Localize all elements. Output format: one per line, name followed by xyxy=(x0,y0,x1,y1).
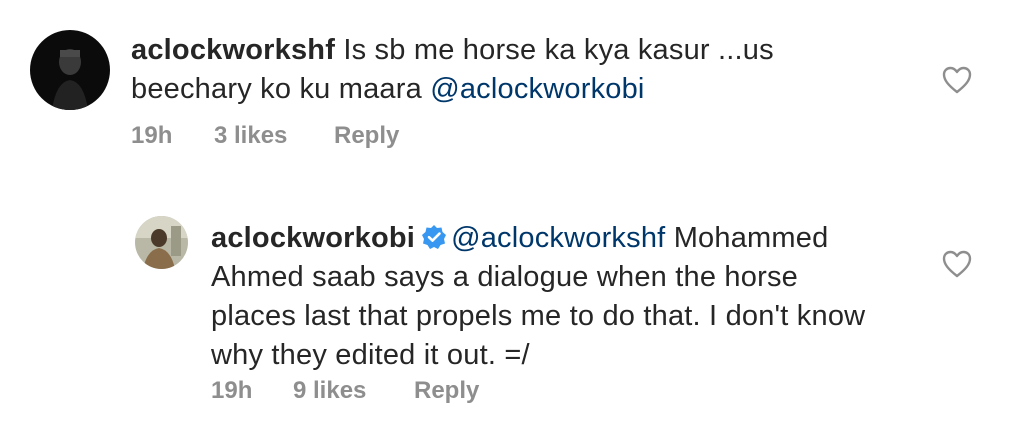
avatar[interactable] xyxy=(30,30,110,110)
comment-text: aclockworkshf Is sb me horse ka kya kasu… xyxy=(131,31,851,109)
comment-username[interactable]: aclockworkobi xyxy=(211,222,415,254)
reply-button[interactable]: Reply xyxy=(414,377,479,405)
comment-1: aclockworkshf Is sb me horse ka kya kasu… xyxy=(0,0,1024,180)
comment-text: aclockworkobi @aclockworkshf Mohammed Ah… xyxy=(211,219,891,375)
heart-outline-icon[interactable] xyxy=(942,66,972,94)
heart-outline-icon[interactable] xyxy=(942,250,972,278)
comment-2: aclockworkobi @aclockworkshf Mohammed Ah… xyxy=(0,180,1024,446)
avatar[interactable] xyxy=(135,216,188,269)
comment-username[interactable]: aclockworkshf xyxy=(131,34,335,66)
reply-button[interactable]: Reply xyxy=(334,122,399,150)
comment-meta: 19h 9 likes Reply xyxy=(211,377,611,407)
comment-meta: 19h 3 likes Reply xyxy=(131,122,531,152)
comment-mention[interactable]: @aclockworkobi xyxy=(430,73,644,105)
verified-badge-icon xyxy=(422,225,447,249)
comment-mention[interactable]: @aclockworkshf xyxy=(451,222,665,254)
comment-likes[interactable]: 9 likes xyxy=(293,377,366,405)
comment-time: 19h xyxy=(131,122,173,149)
comment-time: 19h xyxy=(211,377,253,404)
comment-likes[interactable]: 3 likes xyxy=(214,122,287,150)
